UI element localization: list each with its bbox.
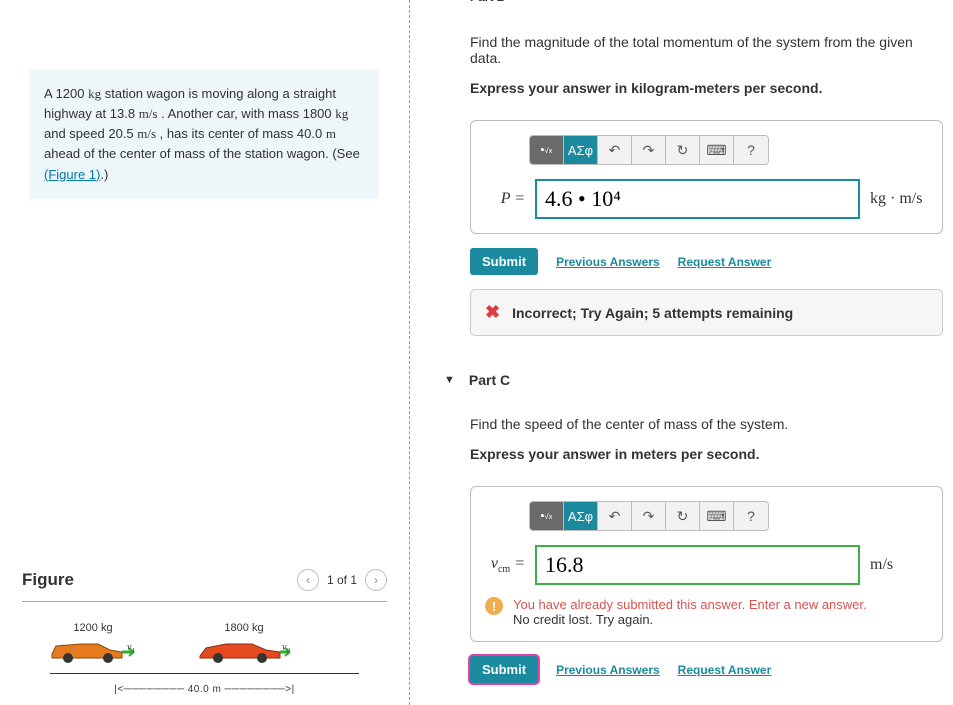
figure-section: Figure ‹ 1 of 1 › 1200 kg v₁ [22,569,387,695]
figure-title: Figure [22,570,74,590]
part-c-answer-input[interactable] [535,545,860,585]
part-b-submit-button[interactable]: Submit [470,248,538,275]
undo-icon[interactable]: ↶ [598,136,632,164]
caret-down-icon: ▼ [444,374,455,386]
part-b-units: kg · m/s [870,190,928,208]
part-c-toolbar: ▪√x ΑΣφ ↶ ↷ ↻ ⌨ ? [529,501,769,531]
redo-icon[interactable]: ↷ [632,136,666,164]
info-line1: You have already submitted this answer. … [513,597,867,612]
help-icon[interactable]: ? [734,502,768,530]
undo-icon[interactable]: ↶ [598,502,632,530]
figure-link[interactable]: (Figure 1) [44,167,100,182]
left-column: A 1200 kg station wagon is moving along … [0,0,410,705]
reset-icon[interactable]: ↻ [666,136,700,164]
redo-icon[interactable]: ↷ [632,502,666,530]
figure-pager: ‹ 1 of 1 › [297,569,387,591]
problem-statement: A 1200 kg station wagon is moving along … [30,70,379,199]
part-b-header-truncated: Part B [444,0,943,6]
v2-label: v₂ [282,642,290,653]
sedan-icon [196,636,292,664]
distance-measure: |<──────── 40.0 m ────────>| [50,684,359,695]
station-wagon-icon [50,636,136,664]
right-column: Part B Find the magnitude of the total m… [410,0,953,705]
warning-icon: ! [485,597,503,615]
problem-text: A 1200 kg station wagon is moving along … [44,86,360,182]
help-icon[interactable]: ? [734,136,768,164]
reset-icon[interactable]: ↻ [666,502,700,530]
part-c-eq-label: vcm = [485,555,525,575]
template-tool-icon[interactable]: ▪√x [530,502,564,530]
part-c-units: m/s [870,556,928,574]
part-c-title: Part C [469,372,510,388]
pager-prev-button[interactable]: ‹ [297,569,319,591]
part-b-eq-label: P = [485,190,525,208]
part-c-previous-answers-link[interactable]: Previous Answers [556,663,660,677]
keyboard-icon[interactable]: ⌨ [700,136,734,164]
keyboard-icon[interactable]: ⌨ [700,502,734,530]
part-b-question: Find the magnitude of the total momentum… [470,34,943,66]
part-b-answer-box: ▪√x ΑΣφ ↶ ↷ ↻ ⌨ ? P = kg · m/s [470,120,943,234]
greek-tool-icon[interactable]: ΑΣφ [564,502,598,530]
part-c-question: Find the speed of the center of mass of … [470,416,943,432]
info-line2: No credit lost. Try again. [513,612,867,627]
pager-label: 1 of 1 [327,573,357,587]
part-c-submit-button[interactable]: Submit [470,656,538,683]
part-b-toolbar: ▪√x ΑΣφ ↶ ↷ ↻ ⌨ ? [529,135,769,165]
pager-next-button[interactable]: › [365,569,387,591]
part-b-request-answer-link[interactable]: Request Answer [678,255,772,269]
part-c-header[interactable]: ▼ Part C [444,372,943,388]
part-c-instruction: Express your answer in meters per second… [470,446,943,462]
part-b-answer-input[interactable] [535,179,860,219]
part-b-previous-answers-link[interactable]: Previous Answers [556,255,660,269]
part-c-request-answer-link[interactable]: Request Answer [678,663,772,677]
part-b: Find the magnitude of the total momentum… [470,34,943,336]
part-b-feedback: ✖ Incorrect; Try Again; 5 attempts remai… [470,289,943,336]
incorrect-x-icon: ✖ [485,302,500,323]
part-c-answer-box: ▪√x ΑΣφ ↶ ↷ ↻ ⌨ ? vcm = m/s ! You have a… [470,486,943,642]
part-b-instruction: Express your answer in kilogram-meters p… [470,80,943,96]
part-c: Find the speed of the center of mass of … [470,416,943,683]
figure-image: 1200 kg v₁ 1800 kg v₂ [22,622,387,695]
part-c-info: ! You have already submitted this answer… [485,597,928,627]
feedback-text: Incorrect; Try Again; 5 attempts remaini… [512,305,793,321]
car1-mass-label: 1200 kg [50,622,136,634]
v1-label: v₁ [127,642,135,653]
greek-tool-icon[interactable]: ΑΣφ [564,136,598,164]
template-tool-icon[interactable]: ▪√x [530,136,564,164]
car2-mass-label: 1800 kg [196,622,292,634]
